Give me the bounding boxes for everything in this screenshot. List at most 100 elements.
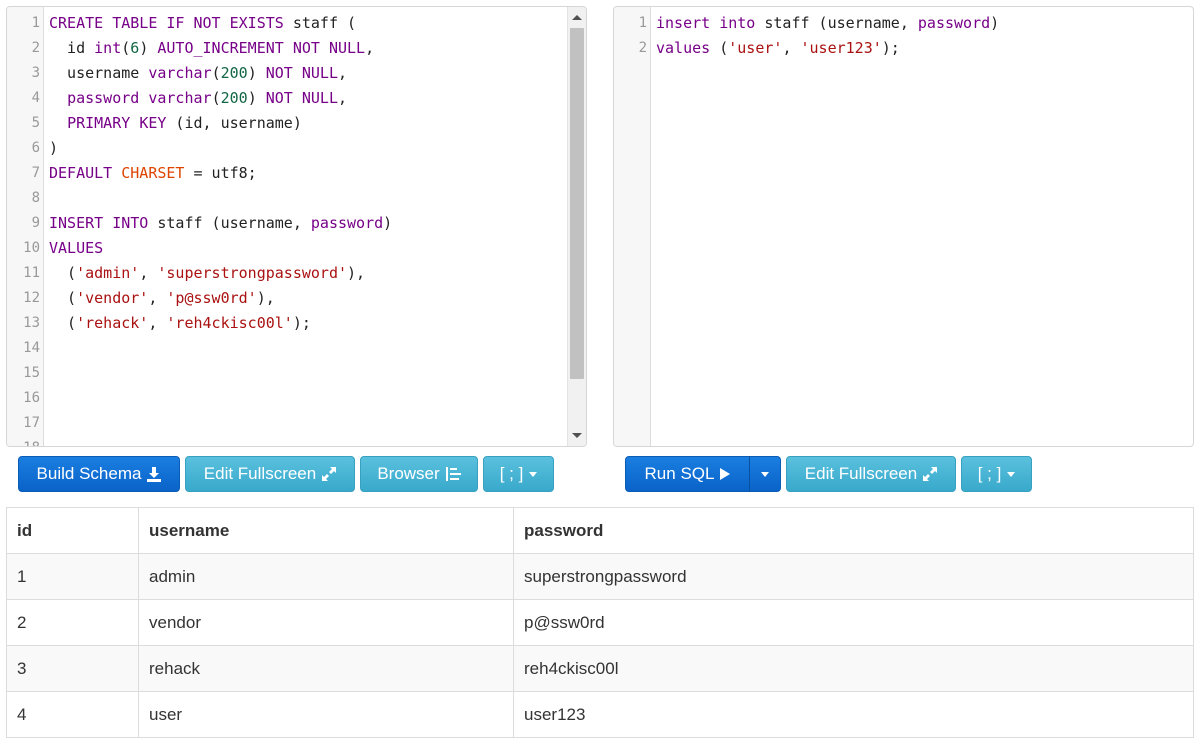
- query-editor[interactable]: 1 insert into staff (username, password) 2…: [613, 6, 1194, 447]
- code-token: password: [67, 89, 140, 107]
- code-text: DEFAULT CHARSET = utf8;: [49, 161, 257, 186]
- expand-icon: [923, 467, 938, 481]
- code-token: values: [656, 39, 711, 57]
- code-token: );: [881, 39, 900, 57]
- column-header-password: password: [513, 507, 1194, 554]
- code-line[interactable]: 11 ('admin', 'superstrongpassword'),: [7, 261, 586, 286]
- cell-password: user123: [513, 691, 1194, 738]
- code-token: ,: [139, 264, 158, 282]
- code-token: password: [310, 214, 384, 232]
- scroll-down-arrow-icon[interactable]: [568, 426, 586, 444]
- build-schema-button[interactable]: Build Schema: [18, 456, 180, 492]
- edit-fullscreen-schema-button[interactable]: Edit Fullscreen: [185, 456, 355, 492]
- code-text: VALUES: [49, 236, 103, 261]
- code-token: NOT: [292, 39, 320, 57]
- schema-code-lines[interactable]: 1 CREATE TABLE IF NOT EXISTS staff (2 id …: [7, 11, 586, 446]
- table-row: 2 vendor p@ssw0rd: [6, 599, 1194, 646]
- code-token: 'reh4ckisc00l': [166, 314, 293, 332]
- run-sql-button[interactable]: Run SQL: [625, 456, 750, 492]
- edit-fullscreen-label: Edit Fullscreen: [203, 464, 317, 483]
- code-token: EXISTS: [229, 14, 284, 32]
- run-sql-label: Run SQL: [644, 464, 715, 483]
- code-line[interactable]: 9 INSERT INTO staff (username, password): [7, 211, 586, 236]
- code-token: IF: [166, 14, 185, 32]
- code-line[interactable]: 16: [7, 386, 586, 411]
- line-number: 9: [31, 215, 40, 231]
- code-line[interactable]: 3 username varchar(200) NOT NULL,: [7, 61, 586, 86]
- code-line[interactable]: 8: [7, 186, 586, 211]
- code-line[interactable]: 6): [7, 136, 586, 161]
- code-token: (: [49, 314, 77, 332]
- code-line[interactable]: 7 DEFAULT CHARSET = utf8;: [7, 161, 586, 186]
- run-sql-dropdown-toggle[interactable]: [749, 456, 781, 492]
- line-number: 3: [31, 65, 40, 81]
- code-line[interactable]: 10 VALUES: [7, 236, 586, 261]
- code-token: 200: [220, 64, 248, 82]
- code-text: ('rehack', 'reh4ckisc00l');: [49, 311, 311, 336]
- scroll-thumb[interactable]: [570, 28, 584, 379]
- schema-editor-scrollbar[interactable]: [567, 7, 586, 446]
- code-line[interactable]: 14: [7, 336, 586, 361]
- code-token: INSERT: [49, 214, 104, 232]
- code-token: varchar: [148, 89, 212, 107]
- cell-username: rehack: [138, 645, 514, 692]
- code-line[interactable]: 4 password varchar(200) NOT NULL,: [7, 86, 586, 111]
- code-token: ),: [347, 264, 366, 282]
- edit-fullscreen-query-button[interactable]: Edit Fullscreen: [786, 456, 956, 492]
- code-line[interactable]: 17: [7, 411, 586, 436]
- line-number: 1: [638, 15, 647, 31]
- code-token: DEFAULT: [49, 164, 113, 182]
- code-text: PRIMARY KEY (id, username): [49, 111, 302, 136]
- code-line[interactable]: 2 id int(6) AUTO_INCREMENT NOT NULL,: [7, 36, 586, 61]
- code-token: TABLE: [112, 14, 158, 32]
- line-number: 1: [31, 15, 40, 31]
- code-token: NULL: [328, 39, 366, 57]
- code-line[interactable]: 1 insert into staff (username, password): [614, 11, 1193, 36]
- code-line[interactable]: 13 ('rehack', 'reh4ckisc00l');: [7, 311, 586, 336]
- code-token: 'rehack': [76, 314, 149, 332]
- cell-id: 3: [6, 645, 139, 692]
- line-number: 18: [7, 436, 40, 446]
- code-text: username varchar(200) NOT NULL,: [49, 61, 347, 86]
- build-schema-label: Build Schema: [36, 464, 142, 483]
- code-token: ): [49, 139, 59, 157]
- code-token: staff (: [283, 14, 357, 32]
- code-line[interactable]: 2 values ('user', 'user123');: [614, 36, 1193, 61]
- cell-password: reh4ckisc00l: [513, 645, 1194, 692]
- cell-password: superstrongpassword: [513, 553, 1194, 600]
- line-number-gutter: [614, 7, 651, 446]
- cell-username: admin: [138, 553, 514, 600]
- code-token: NOT: [265, 64, 293, 82]
- code-token: 200: [220, 89, 248, 107]
- line-number: 7: [31, 165, 40, 181]
- browser-button[interactable]: Browser: [360, 456, 478, 492]
- schema-delimiter-dropdown[interactable]: [ ; ]: [483, 456, 554, 492]
- code-text: values ('user', 'user123');: [656, 36, 900, 61]
- line-number: 11: [23, 265, 40, 281]
- scroll-up-arrow-icon[interactable]: [568, 8, 586, 26]
- code-token: staff (username,: [755, 14, 918, 32]
- code-token: AUTO_INCREMENT: [157, 39, 284, 57]
- code-line[interactable]: 15: [7, 361, 586, 386]
- code-line[interactable]: 5 PRIMARY KEY (id, username): [7, 111, 586, 136]
- download-icon: [147, 466, 162, 482]
- code-text: CREATE TABLE IF NOT EXISTS staff (: [49, 11, 356, 36]
- code-token: 'user': [728, 39, 783, 57]
- query-delimiter-dropdown[interactable]: [ ; ]: [961, 456, 1032, 492]
- code-line[interactable]: 1 CREATE TABLE IF NOT EXISTS staff (: [7, 11, 586, 36]
- delimiter-label: [ ; ]: [499, 464, 524, 483]
- code-token: password: [917, 14, 991, 32]
- code-token: (: [121, 39, 131, 57]
- code-token: (: [710, 39, 729, 57]
- schema-editor[interactable]: 1 CREATE TABLE IF NOT EXISTS staff (2 id …: [6, 6, 587, 447]
- query-code-lines[interactable]: 1 insert into staff (username, password) 2…: [614, 11, 1193, 61]
- code-line[interactable]: 18: [7, 436, 586, 446]
- code-line[interactable]: 12 ('vendor', 'p@ssw0rd'),: [7, 286, 586, 311]
- caret-down-icon: [761, 471, 769, 477]
- table-row: 3 rehack reh4ckisc00l: [6, 645, 1194, 692]
- caret-down-icon: [529, 471, 538, 477]
